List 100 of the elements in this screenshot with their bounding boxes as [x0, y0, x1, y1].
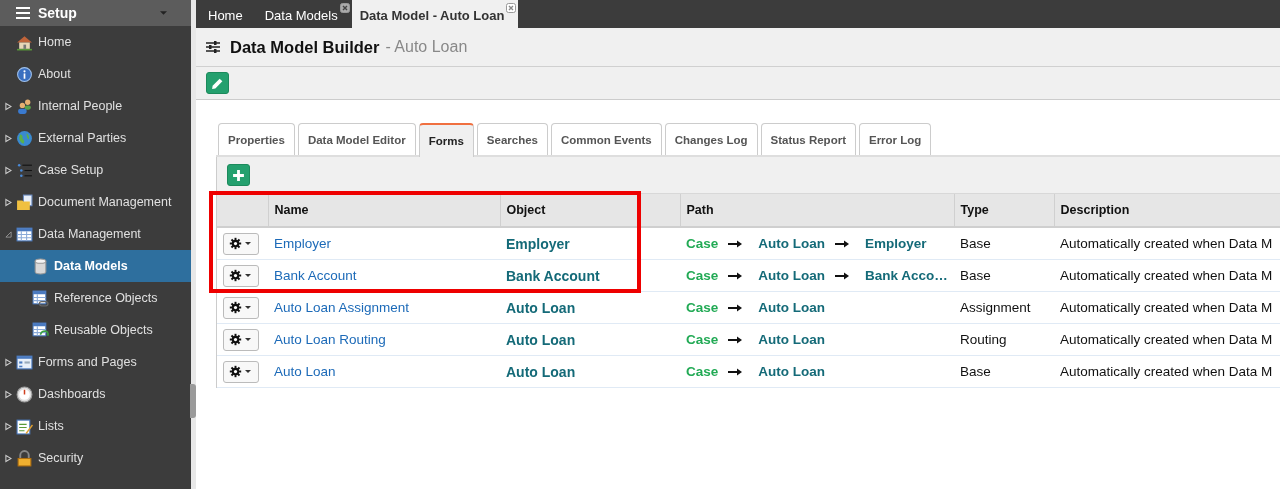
gauge-icon: [16, 385, 33, 403]
expand-triangle-icon[interactable]: [5, 197, 12, 207]
expand-triangle-icon[interactable]: [5, 453, 12, 463]
type-text: Base: [960, 364, 991, 379]
sidebar-item[interactable]: Security: [0, 442, 191, 474]
caret-icon: [245, 370, 251, 373]
object-name: Auto Loan: [506, 299, 576, 316]
path-label: Case: [686, 268, 719, 283]
forms-icon: [16, 353, 33, 371]
gear-icon: [229, 237, 242, 250]
document-tab[interactable]: Home: [200, 0, 257, 28]
object-name: Bank Account: [506, 267, 600, 284]
setup-title: Setup: [38, 5, 78, 21]
tab[interactable]: Changes Log: [664, 123, 758, 155]
tab[interactable]: Status Report: [760, 123, 856, 155]
expanded-triangle-icon[interactable]: [5, 229, 12, 239]
sidebar-item[interactable]: Document Management: [0, 186, 191, 218]
menu-icon: [16, 7, 30, 19]
form-name-link[interactable]: Bank Account: [274, 268, 357, 283]
sidebar-item[interactable]: Reusable Objects: [0, 314, 191, 346]
folder-icon: [16, 193, 33, 211]
sidebar-item[interactable]: Data Management: [0, 218, 191, 250]
expand-triangle-icon[interactable]: [5, 165, 12, 175]
expand-triangle-icon[interactable]: [5, 357, 12, 367]
path-label: Auto Loan: [758, 268, 826, 283]
arrow-icon: [835, 239, 850, 248]
path-label: Auto Loan: [758, 300, 826, 315]
arrow-icon: [728, 367, 743, 376]
splitter-handle[interactable]: [190, 384, 196, 418]
description-text: Automatically created when Data M: [1060, 268, 1273, 283]
tab[interactable]: Searches: [476, 123, 548, 155]
table-arrows-icon: [32, 321, 49, 339]
people-icon: [16, 97, 33, 115]
sidebar-item[interactable]: Dashboards: [0, 378, 191, 410]
arrow-icon: [835, 271, 850, 280]
form-name-link[interactable]: Auto Loan: [274, 364, 336, 379]
description-text: Automatically created when Data M: [1060, 332, 1273, 347]
gear-icon: [229, 301, 242, 314]
actions-dropdown-button[interactable]: [223, 328, 259, 351]
plus-icon: [232, 168, 245, 182]
column-header[interactable]: Path: [680, 193, 954, 227]
column-header[interactable]: Type: [954, 193, 1054, 227]
description-text: Automatically created when Data M: [1060, 300, 1273, 315]
sidebar-item[interactable]: Lists: [0, 410, 191, 442]
setup-menu-header[interactable]: Setup: [0, 0, 191, 26]
column-header[interactable]: Object: [500, 193, 680, 227]
page-subtitle: - Auto Loan: [385, 38, 468, 56]
sidebar-item[interactable]: Home: [0, 26, 191, 58]
path-label: Auto Loan: [758, 236, 826, 251]
tab[interactable]: Error Log: [858, 123, 932, 155]
form-name-link[interactable]: Employer: [274, 236, 332, 251]
path-label: Auto Loan: [758, 364, 826, 379]
expand-triangle-icon[interactable]: [5, 389, 12, 399]
add-button[interactable]: [227, 164, 250, 186]
gear-icon: [229, 333, 242, 346]
tab[interactable]: Forms: [418, 123, 474, 157]
page-title: Data Model Builder: [230, 37, 380, 57]
pencil-icon: [211, 76, 224, 90]
caret-icon: [245, 306, 251, 309]
actions-dropdown-button[interactable]: [223, 360, 259, 383]
path-label: Bank Acco…: [865, 268, 948, 283]
arrow-icon: [728, 335, 743, 344]
tab[interactable]: Data Model Editor: [297, 123, 416, 155]
sidebar-item[interactable]: About: [0, 58, 191, 90]
type-text: Base: [960, 268, 991, 283]
description-text: Automatically created when Data M: [1060, 364, 1273, 379]
document-tab[interactable]: Data Model - Auto Loan: [351, 0, 519, 28]
edit-button[interactable]: [206, 72, 229, 94]
close-icon[interactable]: [506, 3, 517, 13]
expand-triangle-icon[interactable]: [5, 421, 12, 431]
caret-icon: [245, 338, 251, 341]
column-header[interactable]: Description: [1054, 193, 1280, 227]
sidebar-item[interactable]: External Parties: [0, 122, 191, 154]
form-name-link[interactable]: Auto Loan Assignment: [274, 300, 410, 315]
sidebar-item[interactable]: Case Setup: [0, 154, 191, 186]
expand-triangle-icon[interactable]: [5, 133, 12, 143]
sidebar-item[interactable]: Internal People: [0, 90, 191, 122]
actions-dropdown-button[interactable]: [223, 296, 259, 319]
expand-triangle-icon[interactable]: [5, 101, 12, 111]
tab[interactable]: Properties: [218, 123, 295, 155]
sidebar-item[interactable]: Forms and Pages: [0, 346, 191, 378]
globe-icon: [16, 129, 33, 147]
tab[interactable]: Common Events: [550, 123, 662, 155]
form-name-link[interactable]: Auto Loan Routing: [274, 332, 386, 347]
sidebar-item[interactable]: Reference Objects: [0, 282, 191, 314]
lock-icon: [16, 449, 33, 467]
path-label: Case: [686, 236, 719, 251]
path-label: Case: [686, 332, 719, 347]
close-icon[interactable]: [339, 3, 350, 13]
actions-dropdown-button[interactable]: [223, 232, 259, 255]
table-icon: [16, 225, 33, 243]
document-tab[interactable]: Data Models: [256, 0, 352, 28]
arrow-icon: [728, 303, 743, 312]
column-header[interactable]: Name: [268, 193, 500, 227]
sidebar-item[interactable]: Data Models: [0, 250, 191, 282]
object-name: Auto Loan: [506, 331, 576, 348]
caret-icon: [245, 274, 251, 277]
actions-dropdown-button[interactable]: [223, 264, 259, 287]
list-icon: [16, 161, 33, 179]
object-name: Employer: [506, 235, 570, 252]
